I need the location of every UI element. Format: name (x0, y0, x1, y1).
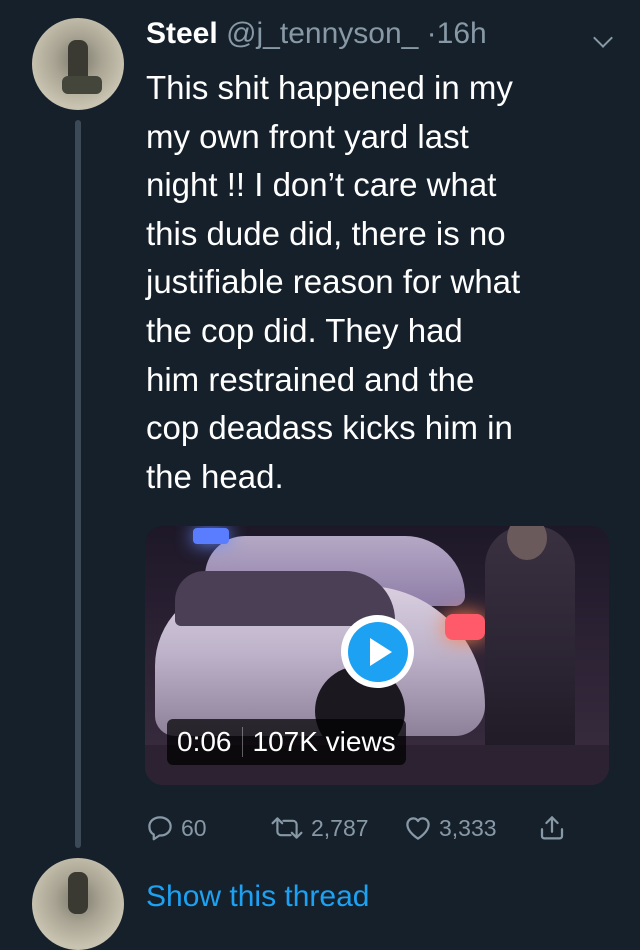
tweet-text-line: my own front yard last (146, 117, 469, 155)
header-separator: · (426, 17, 437, 50)
siren-light-shape (193, 528, 229, 544)
retweet-button[interactable]: 2,787 (269, 806, 369, 850)
retweet-count: 2,787 (311, 814, 369, 841)
share-button[interactable] (537, 806, 567, 850)
retweet-icon (271, 817, 303, 839)
thread-next-avatar[interactable] (32, 858, 124, 950)
display-name[interactable]: Steel (146, 17, 218, 50)
like-button[interactable]: 3,333 (403, 806, 497, 850)
share-icon (540, 816, 564, 840)
play-button[interactable] (341, 615, 414, 688)
user-handle[interactable]: @j_tennyson_ (226, 17, 418, 50)
divider (241, 727, 243, 757)
tweet-text-line: night !! I don’t care what (146, 166, 497, 204)
avatar[interactable] (32, 18, 124, 110)
officer-shape (485, 526, 575, 756)
reply-count: 60 (181, 814, 207, 841)
reply-icon (148, 816, 172, 841)
avatar-photo-figure (68, 872, 88, 914)
video-duration: 0:06 (177, 726, 232, 757)
play-icon (369, 637, 392, 666)
avatar-photo-detail (62, 76, 102, 94)
video-info-overlay: 0:06 107K views (167, 719, 406, 765)
show-thread-link[interactable]: Show this thread (146, 880, 369, 914)
video-view-count: 107K views (252, 726, 396, 757)
taillight-shape (445, 614, 485, 640)
like-count: 3,333 (439, 814, 497, 841)
reply-button[interactable]: 60 (145, 806, 207, 850)
tweet-text-line: him restrained and the (146, 360, 475, 398)
tweet-text-line: cop deadass kicks him in (146, 409, 513, 447)
tweet-text-line: this dude did, there is no (146, 214, 506, 252)
tweet-text-line: the head. (146, 457, 284, 495)
tweet-text-line: the cop did. They had (146, 311, 463, 349)
tweet-timestamp[interactable]: 16h (437, 17, 487, 50)
thread-connector-line (75, 120, 81, 848)
like-icon (406, 817, 430, 840)
tweet-actions: 60 2,787 3,333 (145, 806, 605, 850)
tweet-text: This shit happened in my my own front ya… (146, 64, 616, 501)
tweet-text-line: justifiable reason for what (146, 263, 521, 301)
tweet-text-line: This shit happened in my (146, 69, 513, 106)
video-player[interactable]: 0:06 107K views (145, 526, 609, 785)
tweet-header: Steel @j_tennyson_ ·16h (146, 14, 620, 54)
